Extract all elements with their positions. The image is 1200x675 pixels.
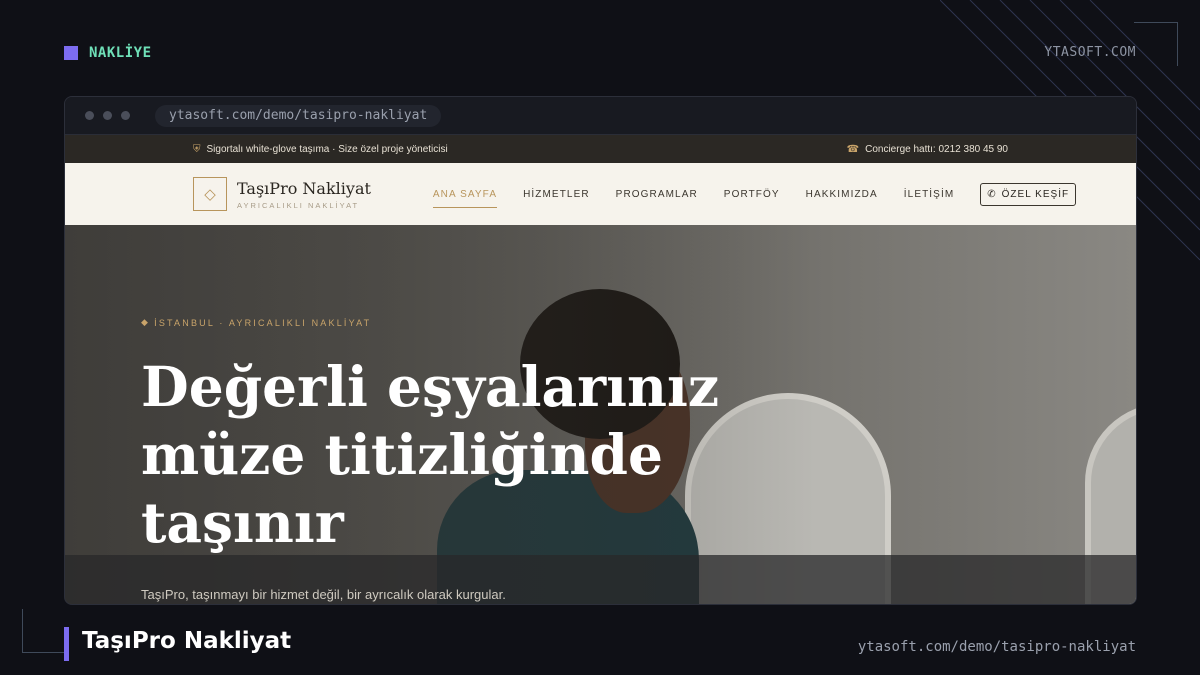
website-viewport: ⛨ Sigortalı white-glove taşıma · Size öz… — [65, 135, 1136, 604]
window-dot-icon — [85, 111, 94, 120]
logo-name: TaşıPro Nakliyat — [237, 178, 371, 198]
site-topbar: ⛨ Sigortalı white-glove taşıma · Size öz… — [65, 135, 1136, 163]
address-bar[interactable]: ytasoft.com/demo/tasipro-nakliyat — [155, 104, 442, 127]
logo-tagline: AYRICALIKLI NAKLİYAT — [237, 200, 360, 210]
cta-label: ÖZEL KEŞİF — [1001, 188, 1070, 200]
nav-item-services[interactable]: HİZMETLER — [523, 189, 590, 200]
nav-item-about[interactable]: HAKKIMIZDA — [806, 189, 878, 200]
private-survey-button[interactable]: ✆ ÖZEL KEŞİF — [980, 182, 1077, 206]
project-title: TaşıPro Nakliyat — [82, 628, 292, 654]
project-url: ytasoft.com/demo/tasipro-nakliyat — [857, 639, 1136, 655]
hero-eyebrow-text: İSTANBUL · AYRICALIKLI NAKLİYAT — [154, 317, 372, 328]
diamond-logo-icon[interactable]: ◇ — [193, 177, 227, 211]
topbar-left-text: Sigortalı white-glove taşıma · Size özel… — [206, 143, 448, 155]
hero-title: Değerli eşyalarınız müze titizliğinde ta… — [141, 354, 720, 555]
corner-bracket-top-right — [1134, 22, 1178, 66]
window-dot-icon — [103, 111, 112, 120]
brand-name: YTASOFT.COM — [1044, 45, 1136, 60]
headset-icon: ☎ — [846, 143, 860, 155]
category-label: NAKLİYE — [89, 45, 152, 61]
nav-links: ANA SAYFA HİZMETLER PROGRAMLAR PORTFÖY H… — [432, 182, 1077, 208]
corner-bracket-bottom-left — [22, 609, 66, 653]
shield-icon: ⛨ — [193, 143, 201, 155]
window-dot-icon — [121, 111, 130, 120]
category-label-group: NAKLİYE — [64, 44, 152, 62]
nav-item-contact[interactable]: İLETİŞİM — [904, 189, 954, 200]
browser-toolbar: ytasoft.com/demo/tasipro-nakliyat — [65, 97, 1136, 135]
hero-eyebrow: ◆ İSTANBUL · AYRICALIKLI NAKLİYAT — [141, 317, 371, 328]
nav-item-portfolio[interactable]: PORTFÖY — [724, 189, 780, 200]
category-square-icon — [64, 46, 78, 60]
phone-icon: ✆ — [987, 188, 997, 200]
nav-item-programs[interactable]: PROGRAMLAR — [616, 189, 698, 200]
diamond-icon: ◆ — [141, 317, 151, 327]
nav-item-home[interactable]: ANA SAYFA — [432, 189, 498, 208]
hero-subtitle: TaşıPro, taşınmayı bir hizmet değil, bir… — [141, 587, 506, 602]
site-navbar: ◇ TaşıPro Nakliyat AYRICALIKLI NAKLİYAT … — [65, 163, 1136, 225]
site-logo[interactable]: TaşıPro Nakliyat AYRICALIKLI NAKLİYAT — [237, 179, 371, 210]
topbar-insurance: ⛨ Sigortalı white-glove taşıma · Size öz… — [193, 144, 448, 155]
browser-window: ytasoft.com/demo/tasipro-nakliyat ⛨ Sigo… — [64, 96, 1137, 605]
hero-section: ◆ İSTANBUL · AYRICALIKLI NAKLİYAT Değerl… — [65, 225, 1136, 604]
topbar-concierge[interactable]: ☎ Concierge hattı: 0212 380 45 90 — [847, 144, 1008, 155]
footer-accent-bar — [64, 627, 69, 661]
topbar-right-text: Concierge hattı: 0212 380 45 90 — [865, 143, 1008, 155]
